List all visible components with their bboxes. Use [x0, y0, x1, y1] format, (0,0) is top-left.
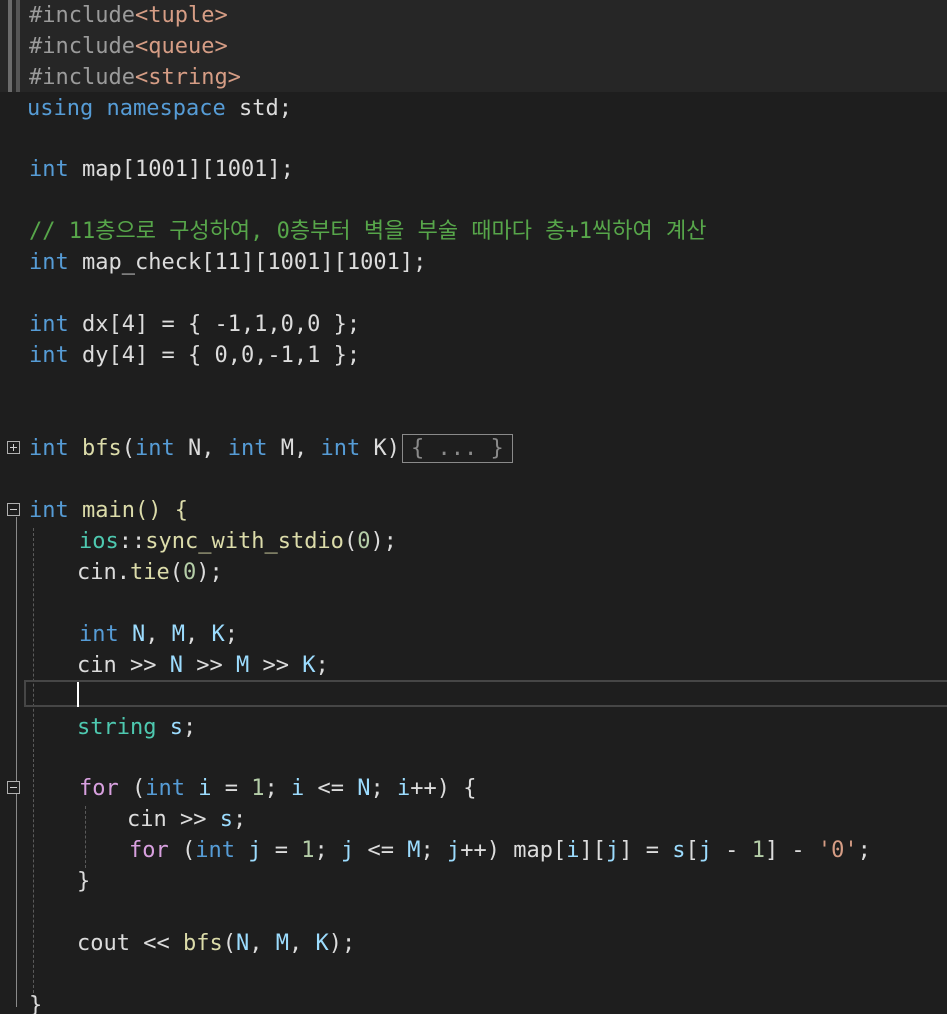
cin-object: cin [127, 807, 167, 832]
keyword-int: int [29, 312, 69, 337]
include-target: <tuple> [134, 3, 228, 28]
code-editor[interactable]: #include<tuple> #include<queue> #include… [0, 0, 947, 1014]
code-line-int-nmk[interactable]: int N, M, K; [0, 619, 238, 650]
keyword-namespace: namespace [106, 96, 226, 121]
namespace-name: std; [238, 96, 292, 121]
code-line-string[interactable]: string s; [0, 712, 196, 743]
preprocessor-directive: #include [29, 65, 135, 90]
ios-namespace: ios [79, 529, 119, 554]
type-string: string [77, 715, 157, 740]
map-check-declaration: map_check[11][1001][1001]; [82, 250, 427, 275]
keyword-using: using [27, 96, 94, 121]
code-line-3[interactable]: #include<string> [0, 62, 241, 93]
collapsed-block-placeholder[interactable]: { ... } [402, 434, 513, 463]
code-line-close-main[interactable]: } [0, 990, 53, 1014]
close-brace: } [29, 993, 43, 1014]
code-line-dx[interactable]: int dx[4] = { -1,1,0,0 }; [0, 309, 360, 340]
code-line-map[interactable]: int map[1001][1001]; [0, 154, 294, 185]
var-s: s [672, 838, 686, 863]
var-n: N [357, 776, 371, 801]
code-comment: // 11층으로 구성하여, 0층부터 벽을 부술 때마다 층+1씩하여 계산 [29, 219, 707, 244]
cin-object: cin [77, 560, 117, 585]
var-m: M [275, 931, 289, 956]
current-line-highlight [24, 680, 947, 707]
keyword-int: int [29, 157, 69, 182]
paren-open: ( [121, 436, 135, 461]
function-main: main() { [82, 498, 188, 523]
var-s: s [169, 715, 183, 740]
param-n: N [188, 436, 202, 461]
preprocessor-directive: #include [29, 3, 135, 28]
code-line-for-inner[interactable]: for (int j = 1; j <= M; j++) map[i][j] =… [0, 835, 871, 866]
include-target: <queue> [134, 34, 228, 59]
var-n: N [235, 931, 250, 956]
cin-object: cin [77, 653, 117, 678]
keyword-int: int [79, 622, 119, 647]
close-brace: } [77, 869, 91, 894]
tie-function: tie [130, 560, 170, 585]
var-m: M [235, 653, 250, 678]
keyword-int: int [29, 250, 69, 275]
dy-declaration: dy[4] = { 0,0,-1,1 }; [82, 343, 361, 368]
var-n: N [132, 622, 146, 647]
indent-guide-for [85, 806, 86, 868]
preprocessor-directive: #include [29, 34, 135, 59]
keyword-int: int [29, 436, 69, 461]
keyword-int: int [227, 436, 268, 461]
code-line-sync[interactable]: ios::sync_with_stdio(0); [0, 526, 397, 557]
code-line-cout[interactable]: cout << bfs(N, M, K); [0, 928, 355, 959]
var-s: s [219, 807, 233, 832]
code-line-bfs[interactable]: int bfs(int N, int M, int K){ ... } [0, 433, 513, 464]
code-line-cin-s[interactable]: cin >> s; [0, 804, 246, 835]
keyword-int: int [135, 436, 175, 461]
dx-declaration: dx[4] = { -1,1,0,0 }; [82, 312, 361, 337]
sync-function: sync_with_stdio [145, 529, 344, 554]
code-line-cin-nmk[interactable]: cin >> N >> M >> K; [0, 650, 329, 681]
map-declaration: map[1001][1001]; [82, 157, 294, 182]
keyword-int: int [320, 436, 361, 461]
code-line-2[interactable]: #include<queue> [0, 31, 228, 62]
code-line-close-for[interactable]: } [0, 866, 90, 897]
keyword-int: int [29, 498, 69, 523]
keyword-for: for [79, 776, 119, 801]
code-line-map-check[interactable]: int map_check[11][1001][1001]; [0, 247, 426, 278]
var-n: N [169, 653, 183, 678]
code-line-main[interactable]: int main() { [0, 495, 188, 526]
text-caret [77, 682, 79, 707]
var-k: K [302, 653, 316, 678]
keyword-int: int [195, 838, 235, 863]
var-m: M [407, 838, 421, 863]
param-m: M [280, 436, 294, 461]
keyword-int: int [145, 776, 185, 801]
function-bfs: bfs [182, 931, 223, 956]
var-k: K [315, 931, 329, 956]
param-k: K [373, 436, 387, 461]
function-bfs: bfs [82, 436, 122, 461]
var-m: M [171, 622, 185, 647]
code-line-1[interactable]: #include<tuple> [0, 0, 228, 31]
keyword-int: int [29, 343, 69, 368]
var-k: K [211, 622, 225, 647]
code-line-dy[interactable]: int dy[4] = { 0,0,-1,1 }; [0, 340, 360, 371]
include-target: <string> [134, 65, 241, 90]
code-line-tie[interactable]: cin.tie(0); [0, 557, 223, 588]
code-line-for-outer[interactable]: for (int i = 1; i <= N; i++) { [0, 773, 476, 804]
keyword-for: for [129, 838, 169, 863]
code-line-4[interactable]: using namespace std; [0, 93, 292, 124]
code-line-comment[interactable]: // 11층으로 구성하여, 0층부터 벽을 부술 때마다 층+1씩하여 계산 [0, 216, 706, 247]
cout-object: cout [77, 931, 130, 956]
